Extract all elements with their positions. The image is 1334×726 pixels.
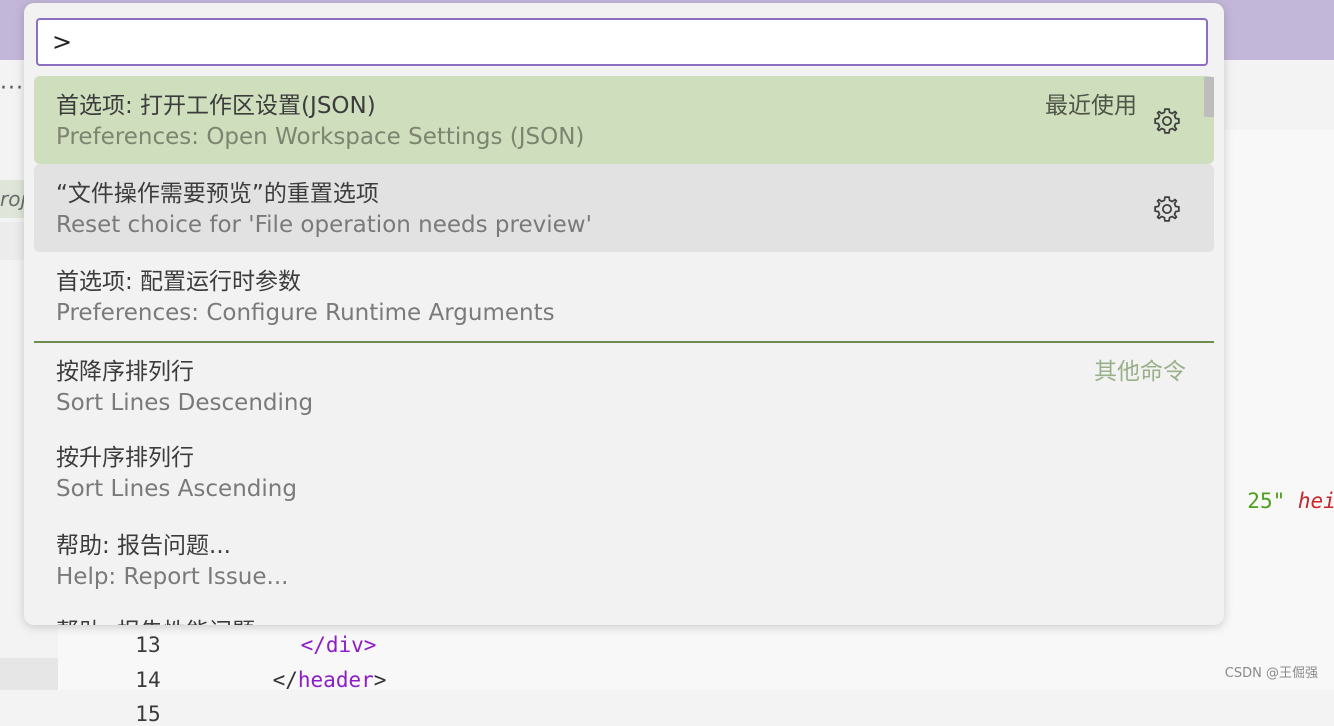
command-detail: Reset choice for 'File operation needs p… bbox=[56, 212, 592, 238]
command-detail: Preferences: Open Workspace Settings (JS… bbox=[56, 124, 585, 150]
code-token: header bbox=[297, 668, 374, 692]
command-input-box[interactable] bbox=[36, 18, 1208, 66]
command-label: 按降序排列行 bbox=[56, 359, 194, 385]
code-token: </ bbox=[272, 668, 298, 692]
command-item[interactable]: 按升序排列行 Sort Lines Ascending bbox=[34, 428, 1214, 516]
command-input[interactable] bbox=[38, 20, 1206, 64]
command-item[interactable]: 帮助: 报告性能问题 bbox=[34, 602, 1214, 625]
activity-bar-bottom bbox=[0, 658, 58, 690]
command-label: 首选项: 配置运行时参数 bbox=[56, 269, 302, 295]
command-list[interactable]: 首选项: 打开工作区设置(JSON) Preferences: Open Wor… bbox=[34, 76, 1214, 625]
code-token: heig bbox=[1297, 489, 1334, 513]
more-actions-icon[interactable]: ··· bbox=[0, 78, 24, 100]
code-token: 25" bbox=[1247, 489, 1286, 513]
command-label: “文件操作需要预览”的重置选项 bbox=[56, 181, 379, 207]
group-label-other: 其他命令 bbox=[1094, 359, 1186, 385]
command-item[interactable]: 帮助: 报告问题... Help: Report Issue... bbox=[34, 516, 1214, 604]
command-label: 按升序排列行 bbox=[56, 445, 194, 471]
watermark: CSDN @王倔强 bbox=[1224, 666, 1318, 681]
command-detail: Help: Report Issue... bbox=[56, 564, 289, 590]
group-label-recent: 最近使用 bbox=[1045, 93, 1137, 119]
command-detail: Sort Lines Ascending bbox=[56, 476, 297, 502]
editor-tab-label: roj bbox=[0, 187, 27, 211]
line-number: 15 bbox=[135, 702, 161, 726]
list-scrollbar[interactable] bbox=[1204, 77, 1214, 117]
command-item[interactable]: “文件操作需要预览”的重置选项 Reset choice for 'File o… bbox=[34, 164, 1214, 252]
code-token: > bbox=[373, 668, 387, 692]
command-item[interactable]: 首选项: 打开工作区设置(JSON) Preferences: Open Wor… bbox=[34, 76, 1214, 164]
command-detail: Preferences: Configure Runtime Arguments bbox=[56, 300, 555, 326]
gear-icon[interactable] bbox=[1152, 106, 1182, 136]
code-line-15: 15 bbox=[110, 683, 161, 726]
command-label: 首选项: 打开工作区设置(JSON) bbox=[56, 93, 376, 119]
command-item[interactable]: 按降序排列行 Sort Lines Descending 其他命令 bbox=[34, 342, 1214, 430]
gear-icon[interactable] bbox=[1152, 194, 1182, 224]
command-label: 帮助: 报告性能问题 bbox=[56, 612, 255, 625]
command-item[interactable]: 首选项: 配置运行时参数 Preferences: Configure Runt… bbox=[34, 252, 1214, 340]
command-detail: Sort Lines Descending bbox=[56, 390, 314, 416]
code-line-right: 25" heig bbox=[1222, 470, 1334, 512]
command-label: 帮助: 报告问题... bbox=[56, 533, 231, 559]
command-palette: 首选项: 打开工作区设置(JSON) Preferences: Open Wor… bbox=[24, 3, 1224, 625]
